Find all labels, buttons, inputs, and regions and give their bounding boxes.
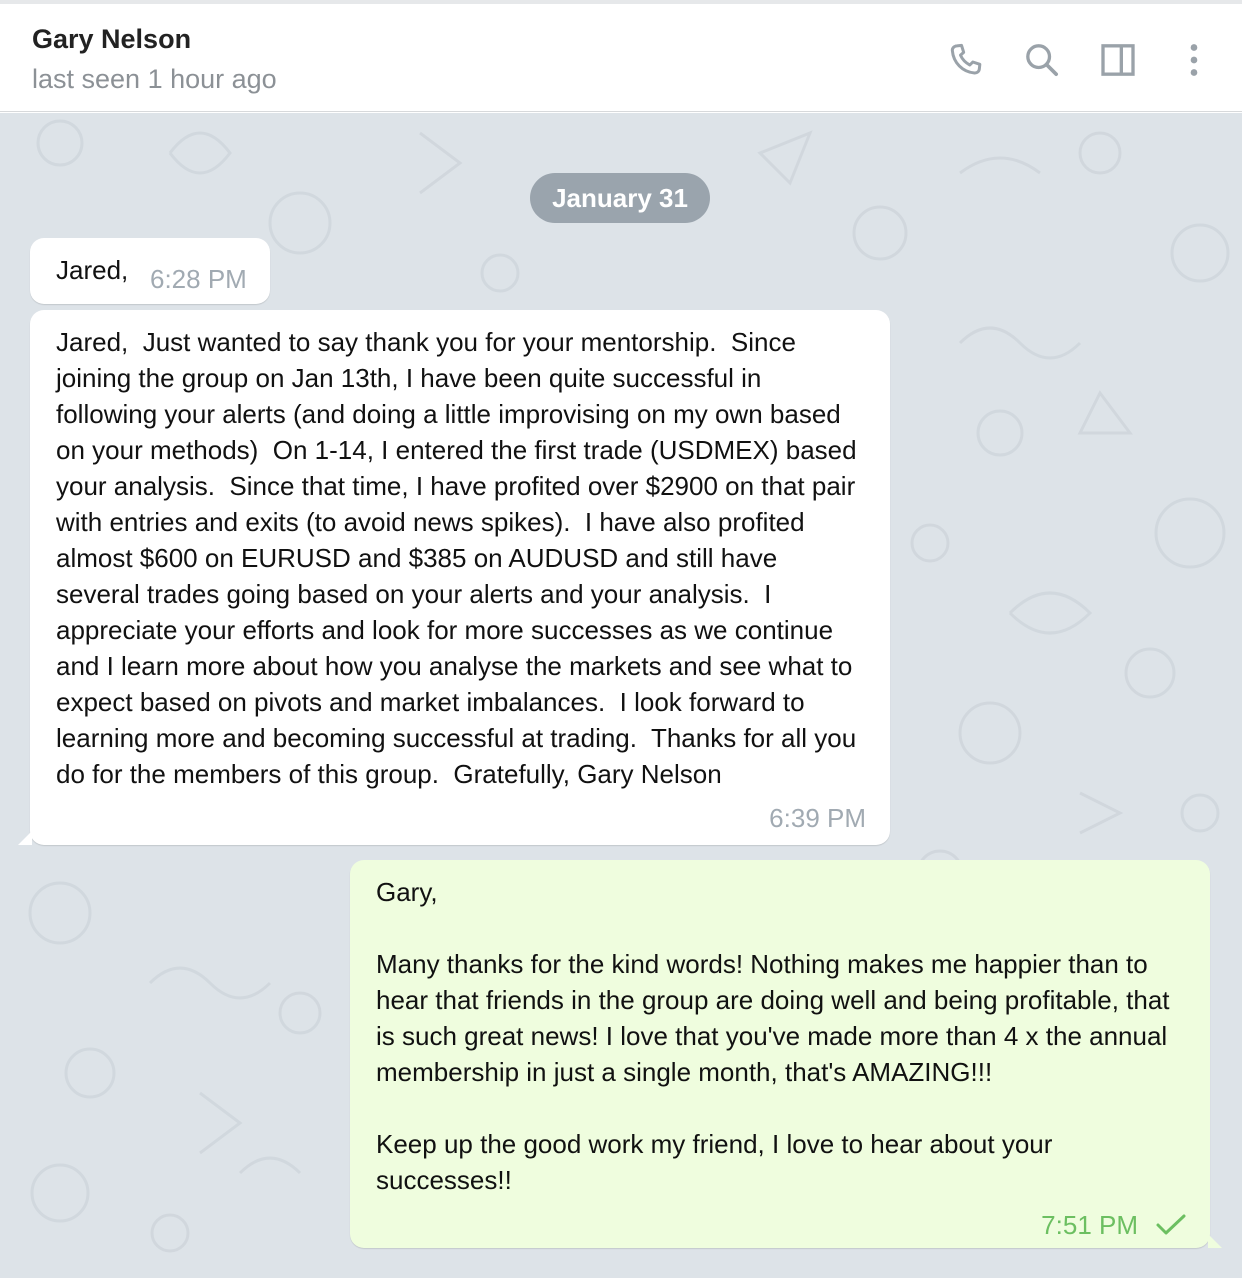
search-icon[interactable] — [1022, 40, 1062, 80]
message-bubble-incoming[interactable]: Jared, 6:28 PM — [30, 238, 270, 304]
date-separator: January 31 — [530, 173, 710, 223]
message-time: 6:28 PM — [150, 264, 247, 294]
message-bubble-incoming[interactable]: Jared, Just wanted to say thank you for … — [18, 310, 890, 845]
message-time: 6:39 PM — [769, 803, 866, 833]
sidebar-toggle-icon[interactable] — [1098, 40, 1138, 80]
message-text: Jared, Just wanted to say thank you for … — [56, 327, 864, 789]
message-bubble-outgoing[interactable]: Gary, Many thanks for the kind words! No… — [350, 860, 1222, 1248]
check-icon — [1156, 1214, 1186, 1235]
chat-header: Gary Nelson last seen 1 hour ago — [0, 4, 1242, 112]
message-text: Jared, — [56, 255, 129, 285]
phone-icon[interactable] — [946, 40, 986, 80]
more-vertical-icon[interactable] — [1174, 40, 1214, 80]
chat-area[interactable]: January 31 Jared, 6:28 PM Jared, Just wa… — [0, 113, 1242, 1278]
contact-status: last seen 1 hour ago — [32, 64, 277, 94]
message-text: Gary, Many thanks for the kind words! No… — [376, 877, 1170, 1195]
message-time: 7:51 PM — [1041, 1210, 1138, 1240]
contact-name[interactable]: Gary Nelson — [32, 24, 191, 55]
